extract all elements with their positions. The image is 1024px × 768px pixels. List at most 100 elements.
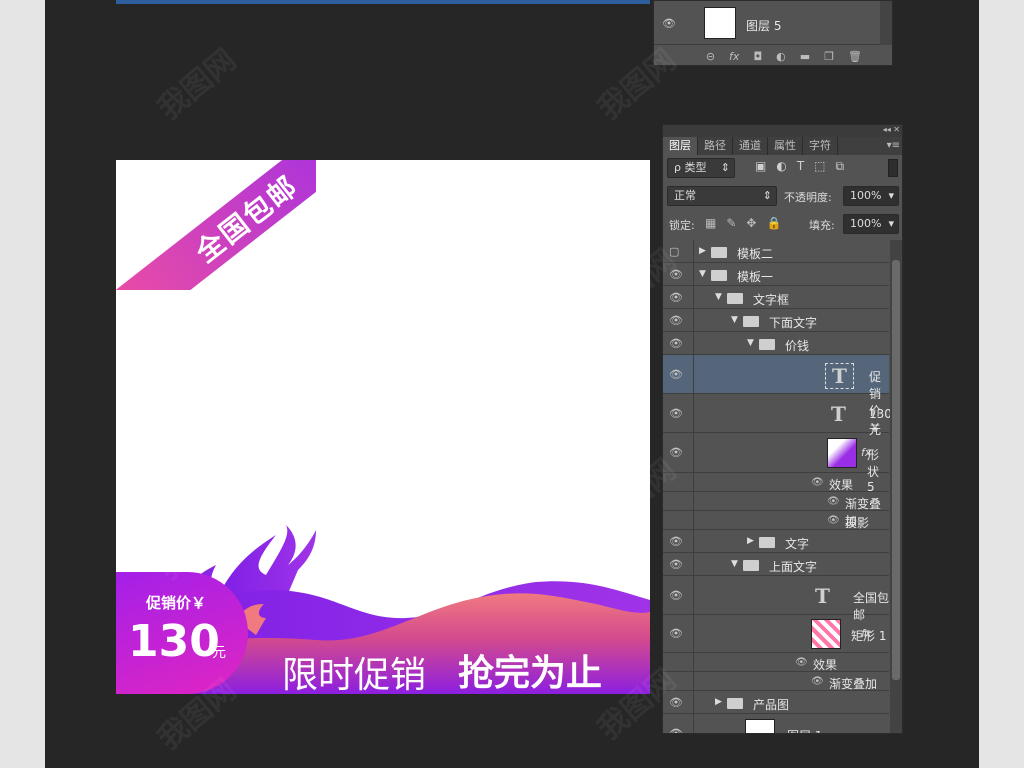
visibility-box-icon[interactable]: ▢: [669, 245, 679, 258]
layer-row[interactable]: 👁 T 促销价￥: [663, 355, 889, 435]
text-layer-icon: T: [815, 584, 830, 608]
layer-row[interactable]: 👁 ▼ 模板一: [663, 263, 889, 286]
tab-properties[interactable]: 属性: [768, 137, 803, 155]
layer-row[interactable]: 👁 图层 1: [663, 714, 889, 733]
row-divider: [693, 492, 694, 510]
panel-footer: ⊝ fx ◘ ◐ ▬ ❐ 🗑: [654, 47, 892, 65]
expand-arrow-icon[interactable]: ▼: [747, 338, 754, 348]
layer-row[interactable]: 👁 矩形 1 fx: [663, 615, 889, 653]
blend-mode-select[interactable]: 正常 ⇕: [667, 186, 777, 206]
expand-arrow-icon[interactable]: ▼: [699, 269, 706, 279]
folder-icon: [743, 560, 759, 571]
shape-thumbnail: [827, 438, 857, 468]
link-icon[interactable]: ⊝: [706, 50, 715, 63]
panel-collapse-bar[interactable]: ◂◂ ✕: [663, 125, 902, 137]
eye-icon[interactable]: 👁: [669, 314, 683, 327]
shape-thumbnail: [811, 619, 841, 649]
filter-toggle[interactable]: [888, 159, 898, 177]
new-layer-icon[interactable]: ❐: [824, 50, 834, 63]
expand-arrow-icon[interactable]: ▼: [715, 292, 722, 302]
adjust-filter-icon[interactable]: ◐: [776, 159, 786, 174]
design-canvas[interactable]: 全国包邮 促销价￥ 130 元 限时促销 抢完为止: [116, 160, 650, 694]
folder-icon: [711, 270, 727, 281]
lock-move-icon[interactable]: ✥: [746, 216, 756, 230]
collapse-arrow-icon[interactable]: ▶: [715, 697, 722, 707]
layer-row[interactable]: ▢ ▶ 模板二: [663, 240, 889, 263]
collapse-arrow-icon[interactable]: ▶: [699, 246, 706, 256]
fx-icon[interactable]: fx: [861, 446, 871, 459]
eye-icon[interactable]: 👁: [669, 446, 683, 459]
effect-eye-icon[interactable]: 👁: [827, 515, 840, 526]
layer-row[interactable]: 👁 ▶ 文字: [663, 530, 889, 553]
scrollbar[interactable]: [880, 1, 892, 45]
layer-row[interactable]: 👁 ▼ 上面文字: [663, 553, 889, 576]
layer-scrollbar[interactable]: [890, 240, 902, 733]
tab-channels[interactable]: 通道: [733, 137, 768, 155]
shape-filter-icon[interactable]: ⬚: [814, 159, 825, 174]
layer-row-top[interactable]: 👁 图层 5: [654, 1, 880, 45]
row-divider: [693, 286, 694, 308]
expand-arrow-icon[interactable]: ▼: [731, 559, 738, 569]
lock-all-icon[interactable]: 🔒: [766, 216, 781, 230]
row-divider: [693, 714, 694, 733]
layer-row[interactable]: 👁 ▼ 下面文字: [663, 309, 889, 332]
layer-row[interactable]: 👁 ▼ 文字框: [663, 286, 889, 309]
fill-input[interactable]: 100% ▾: [843, 214, 899, 234]
scrollbar-thumb[interactable]: [892, 260, 900, 680]
row-divider: [693, 615, 694, 652]
eye-icon[interactable]: 👁: [669, 368, 683, 381]
row-divider: [693, 332, 694, 354]
eye-icon[interactable]: 👁: [662, 17, 676, 30]
panel-menu-icon[interactable]: ▾≡: [887, 137, 902, 155]
layer-thumbnail: [745, 719, 775, 733]
layer-row[interactable]: 👁 T 全国包邮: [663, 576, 889, 622]
effect-eye-icon[interactable]: 👁: [795, 657, 808, 668]
eye-icon[interactable]: 👁: [669, 558, 683, 571]
expand-arrow-icon[interactable]: ▼: [731, 315, 738, 325]
eye-icon[interactable]: 👁: [669, 589, 683, 602]
folder-icon: [759, 339, 775, 350]
lock-paint-icon[interactable]: ✎: [726, 216, 736, 230]
tab-paths[interactable]: 路径: [698, 137, 733, 155]
eye-icon[interactable]: 👁: [669, 337, 683, 350]
effect-eye-icon[interactable]: 👁: [827, 496, 840, 507]
layer-row[interactable]: 👁 效果: [663, 473, 889, 492]
smart-filter-icon[interactable]: ⧉: [836, 159, 845, 174]
layer-row[interactable]: 👁 形状 5 fx: [663, 433, 889, 494]
layer-row[interactable]: 👁 效果: [663, 653, 889, 672]
collapse-arrow-icon[interactable]: ▶: [747, 536, 754, 546]
eye-icon[interactable]: 👁: [669, 291, 683, 304]
tab-layers[interactable]: 图层: [663, 137, 698, 155]
layers-panel-top: 👁 图层 5 ⊝ fx ◘ ◐ ▬ ❐ 🗑: [653, 0, 893, 66]
eye-icon[interactable]: 👁: [669, 407, 683, 420]
effect-eye-icon[interactable]: 👁: [811, 676, 824, 687]
ribbon-text: 全国包邮: [189, 169, 305, 270]
layer-row[interactable]: 👁 渐变叠加: [663, 492, 889, 528]
adjustment-icon[interactable]: ◐: [776, 50, 786, 63]
folder-icon[interactable]: ▬: [800, 50, 810, 63]
layer-row[interactable]: 👁 渐变叠加: [663, 672, 889, 691]
eye-icon[interactable]: 👁: [669, 727, 683, 733]
mask-icon[interactable]: ◘: [753, 50, 762, 63]
type-filter-icon[interactable]: T: [797, 159, 804, 174]
image-filter-icon[interactable]: ▣: [755, 159, 766, 174]
trash-icon[interactable]: 🗑: [848, 50, 862, 63]
layer-row[interactable]: 👁 ▶ 产品图: [663, 691, 889, 714]
eye-icon[interactable]: 👁: [669, 627, 683, 640]
row-divider: [693, 691, 694, 713]
layer-thumbnail: [704, 7, 736, 39]
fx-icon[interactable]: fx: [861, 627, 871, 640]
fx-icon[interactable]: fx: [729, 50, 739, 63]
layer-row[interactable]: 👁 ▼ 价钱: [663, 332, 889, 355]
effect-eye-icon[interactable]: 👁: [811, 477, 824, 488]
filter-kind-select[interactable]: ρ 类型 ⇕: [667, 158, 735, 178]
eye-icon[interactable]: 👁: [669, 268, 683, 281]
opacity-input[interactable]: 100% ▾: [843, 186, 899, 206]
lock-transparent-icon[interactable]: ▦: [705, 216, 716, 230]
layer-row[interactable]: 👁 T 130元: [663, 394, 892, 437]
row-divider: [693, 511, 694, 529]
eye-icon[interactable]: 👁: [669, 535, 683, 548]
tab-character[interactable]: 字符: [803, 137, 838, 155]
layer-row[interactable]: 👁 投影: [663, 511, 889, 530]
eye-icon[interactable]: 👁: [669, 696, 683, 709]
